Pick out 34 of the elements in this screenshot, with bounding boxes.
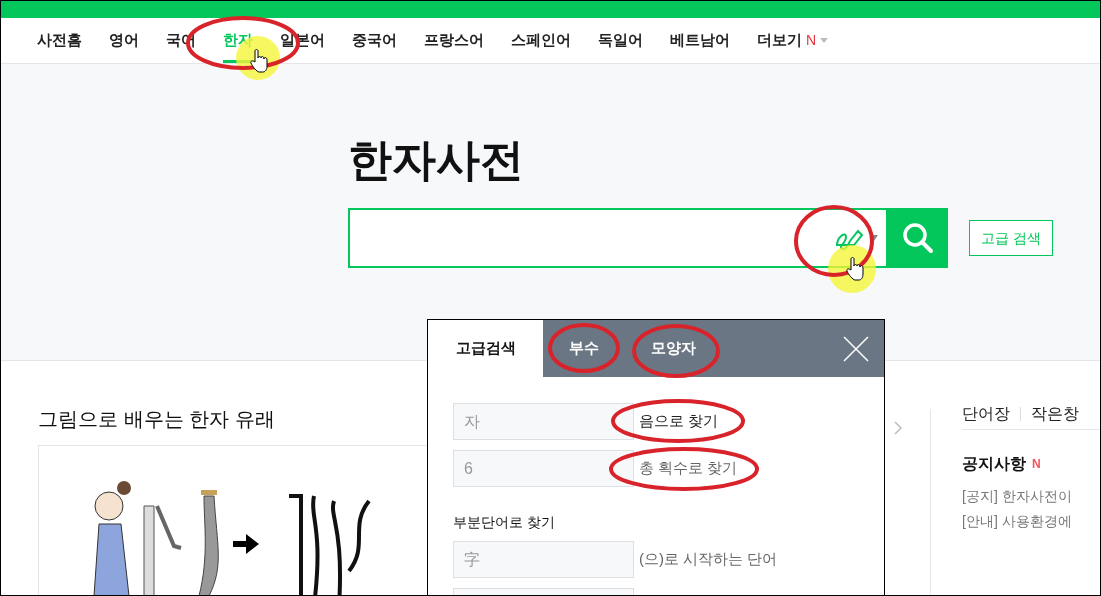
field-label: 총 획수로 찾기: [639, 458, 738, 479]
input-field[interactable]: 字: [453, 541, 634, 578]
popup-tab[interactable]: 부수: [543, 320, 625, 377]
field-label: (으)로 시작하는 단어: [639, 549, 778, 570]
search-field[interactable]: [348, 208, 888, 268]
nav-tab[interactable]: 베트남어: [670, 18, 730, 63]
nav-tab[interactable]: 더보기 N: [757, 18, 829, 63]
notice-link[interactable]: [안내] 사용환경에: [962, 511, 1100, 532]
notice-heading: 공지사항: [962, 454, 1026, 474]
hand-cursor-icon: [250, 49, 268, 73]
input-field[interactable]: 자: [453, 403, 634, 440]
new-label: N: [1032, 456, 1041, 473]
side-link[interactable]: 작은창: [1031, 401, 1079, 426]
nav-tab[interactable]: 독일어: [598, 18, 643, 63]
section-title: 그림으로 배우는 한자 유래: [38, 407, 275, 432]
page-title: 한자사전: [348, 134, 525, 186]
search-icon: [902, 222, 934, 254]
nav-tab[interactable]: 중국어: [352, 18, 397, 63]
nav-tab[interactable]: 프랑스어: [424, 18, 484, 63]
annotation-ellipse: [548, 323, 620, 373]
hand-cursor-icon: [846, 257, 864, 281]
field-label: 음으로 찾기: [639, 411, 719, 432]
notice-link[interactable]: [공지] 한자사전이: [962, 486, 1100, 507]
side-link[interactable]: 단어장: [962, 401, 1010, 426]
close-icon[interactable]: [843, 335, 869, 362]
input-field[interactable]: 6: [453, 450, 634, 487]
section-label: 부분단어로 찾기: [453, 513, 556, 532]
nav-tab[interactable]: 영어: [109, 18, 139, 63]
nav-tab[interactable]: 스페인어: [511, 18, 571, 63]
search-button[interactable]: [888, 208, 948, 268]
nav-tab[interactable]: 사전홈: [37, 18, 82, 63]
popup-tab[interactable]: 고급검색: [428, 320, 543, 377]
caret-icon[interactable]: [870, 235, 878, 241]
popup-tab[interactable]: 모양자: [625, 320, 722, 377]
